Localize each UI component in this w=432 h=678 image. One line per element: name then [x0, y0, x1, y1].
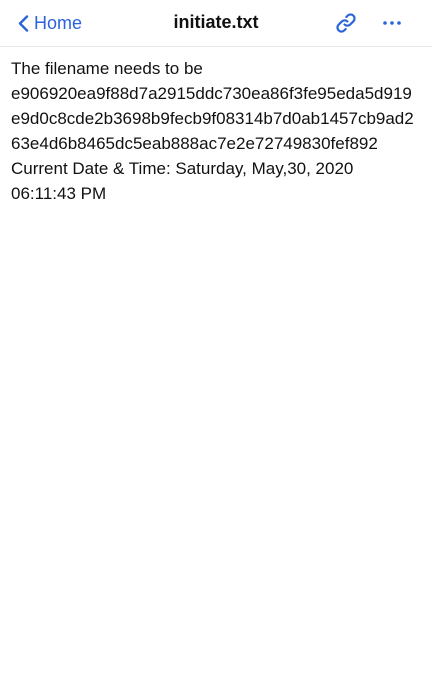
- more-icon: [383, 21, 401, 25]
- more-options-button[interactable]: [380, 11, 404, 35]
- link-icon: [336, 13, 356, 33]
- back-button[interactable]: Home: [18, 12, 82, 34]
- document-datetime: Current Date & Time: Saturday, May,30, 2…: [11, 159, 354, 178]
- share-link-button[interactable]: [334, 11, 358, 35]
- document-line-intro: The filename needs to be: [11, 59, 203, 78]
- navigation-bar: Home initiate.txt: [0, 0, 432, 47]
- document-time: 06:11:43 PM: [11, 184, 107, 203]
- back-button-label: Home: [34, 12, 83, 33]
- chevron-left-icon: [18, 14, 29, 32]
- document-content: The filename needs to be e906920ea9f88d7…: [11, 56, 423, 206]
- document-filename-hash: e906920ea9f88d7a2915ddc730ea86f3fe95eda5…: [11, 84, 414, 153]
